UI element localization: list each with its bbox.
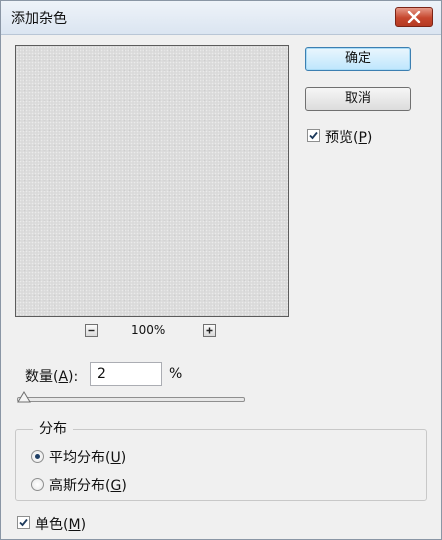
title-bar[interactable]: 添加杂色 [1,1,441,35]
ok-button[interactable]: 确定 [305,47,411,71]
plus-icon [206,327,213,334]
dialog-title: 添加杂色 [11,11,67,27]
zoom-level: 100% [131,323,166,337]
checkmark-icon [19,518,28,527]
amount-label: 数量(A): [25,369,79,385]
distribution-legend: 分布 [33,418,73,438]
zoom-out-button[interactable] [85,324,98,337]
amount-unit: % [169,366,183,382]
minus-icon [88,329,95,332]
radio-selected-dot [35,454,40,459]
zoom-in-button[interactable] [203,324,216,337]
amount-slider-track[interactable] [17,397,245,402]
checkmark-icon [309,131,318,140]
slider-thumb-icon[interactable] [17,391,31,403]
monochrome-label: 单色(M) [35,517,87,533]
uniform-label: 平均分布(U) [49,450,127,466]
close-button[interactable] [395,7,433,27]
preview-checkbox[interactable] [307,129,320,142]
monochrome-checkbox[interactable] [17,516,30,529]
add-noise-dialog: 添加杂色 确定 取消 预览(P) 100% 数量(A): 2 % 分布 平均分布… [0,0,442,540]
uniform-radio[interactable] [31,450,44,463]
gaussian-label: 高斯分布(G) [49,478,127,494]
amount-input[interactable]: 2 [90,362,162,386]
preview-label: 预览(P) [325,130,373,146]
close-icon [407,11,421,23]
preview-canvas[interactable] [15,45,289,317]
cancel-button[interactable]: 取消 [305,87,411,111]
gaussian-radio[interactable] [31,478,44,491]
